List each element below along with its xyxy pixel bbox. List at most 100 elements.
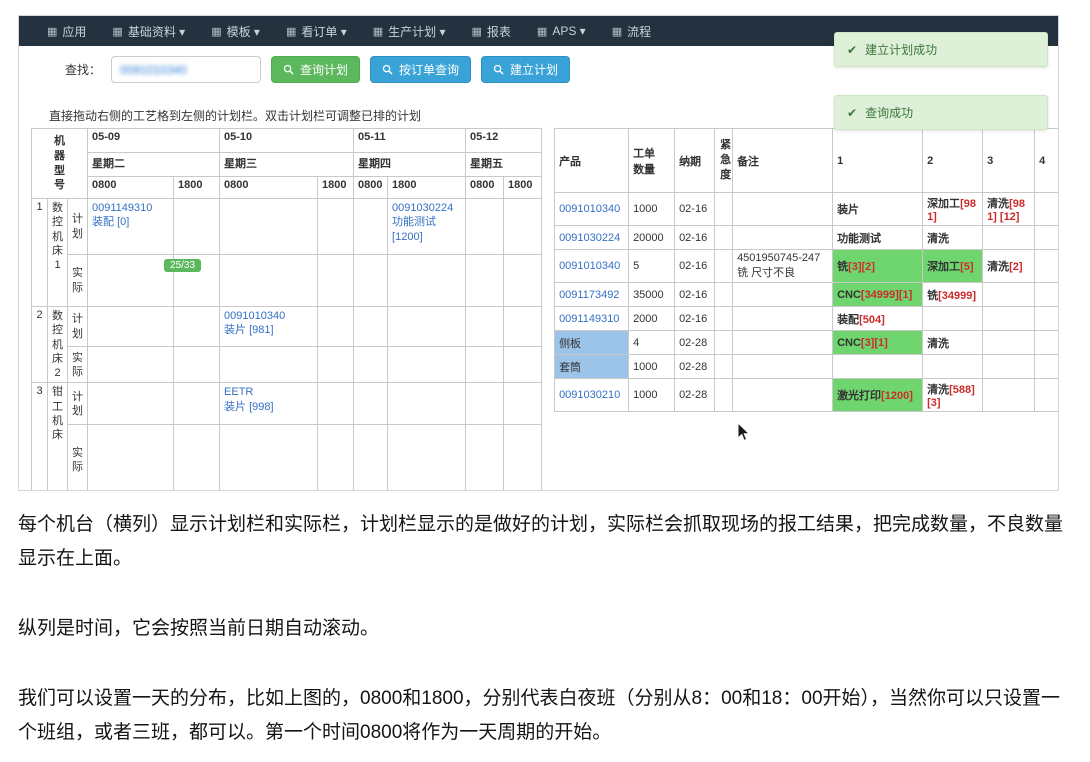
machine-name: 数控机床1 [48,199,68,307]
order-product-link[interactable]: 侧板 [559,338,581,350]
plan-slot[interactable] [88,307,174,347]
process-cell-3[interactable]: 清洗[2] [983,250,1035,283]
find-label: 查找： [65,61,101,78]
nav-item[interactable]: ▦ APS ▾ [537,24,586,38]
step-3-header: 3 [983,129,1035,193]
plan-slot[interactable] [174,307,220,347]
plan-slot[interactable] [174,199,220,255]
plan-slot[interactable] [504,307,542,347]
order-qty: 4 [629,331,675,355]
plan-slot[interactable] [318,383,354,425]
process-cell-1[interactable] [833,355,923,379]
plan-card-process: 装配 [0] [92,215,169,229]
nav-item[interactable]: ▦ 看订单 ▾ [286,23,347,40]
process-cell-4[interactable] [1035,226,1058,250]
plan-slot[interactable] [354,307,388,347]
process-cell-2[interactable]: 清洗 [923,331,983,355]
process-cell-2[interactable]: 清洗 [923,226,983,250]
plan-card[interactable]: 0091149310 装配 [0] [92,201,169,230]
plan-slot[interactable] [504,199,542,255]
plan-slot[interactable] [174,383,220,425]
order-product-cell[interactable]: 0091173492 [555,283,629,307]
process-cell-1[interactable]: 铣[3][2] [833,250,923,283]
process-cell-3[interactable] [983,307,1035,331]
process-cell-1[interactable]: 激光打印[1200] [833,379,923,412]
nav-item[interactable]: ▦ 生产计划 ▾ [373,23,446,40]
plan-slot[interactable] [354,383,388,425]
process-cell-1[interactable]: 功能测试 [833,226,923,250]
machine-1-plan-row: 1 数控机床1 计划 0091149310 装配 [0] [32,199,542,255]
order-product-link[interactable]: 0091010340 [559,260,620,272]
search-input[interactable]: 0091010340 [111,56,261,83]
plan-slot[interactable] [388,383,466,425]
order-product-cell[interactable]: 0091030224 [555,226,629,250]
plan-slot[interactable]: EETR 装片 [998] [220,383,318,425]
order-product-link[interactable]: 0091030224 [559,232,620,244]
process-cell-4[interactable] [1035,193,1058,226]
order-row: 0091030210 1000 02-28 激光打印[1200] 清洗[588]… [555,379,1058,412]
query-plan-button[interactable]: 查询计划 [271,56,360,83]
order-product-cell[interactable]: 侧板 [555,331,629,355]
process-cell-1[interactable]: 装片 [833,193,923,226]
order-product-link[interactable]: 0091173492 [559,289,619,301]
process-cell-3[interactable] [983,331,1035,355]
process-cell-1[interactable]: CNC[34999][1] [833,283,923,307]
process-cell-4[interactable] [1035,331,1058,355]
plan-slot[interactable] [504,383,542,425]
plan-slot[interactable] [318,307,354,347]
process-cell-4[interactable] [1035,355,1058,379]
plan-slot[interactable] [354,199,388,255]
order-product-link[interactable]: 套筒 [559,362,581,374]
plan-slot[interactable] [466,199,504,255]
search-icon [283,64,294,75]
order-urgency [715,331,733,355]
plan-slot[interactable] [466,307,504,347]
plan-slot[interactable] [318,199,354,255]
plan-slot[interactable] [88,383,174,425]
plan-slot[interactable] [466,383,504,425]
order-product-link[interactable]: 0091030210 [559,389,620,401]
plan-slot[interactable]: 0091030224 功能测试 [1200] [388,199,466,255]
process-cell-3[interactable] [983,379,1035,412]
query-by-order-button[interactable]: 按订单查询 [370,56,471,83]
process-cell-2[interactable] [923,307,983,331]
process-cell-4[interactable] [1035,379,1058,412]
process-cell-2[interactable] [923,355,983,379]
shift-header: 0800 [220,177,318,199]
plan-slot[interactable] [388,307,466,347]
plan-card[interactable]: EETR 装片 [998] [224,385,313,414]
nav-item[interactable]: ▦ 报表 [471,23,510,40]
nav-item-label: 模板 ▾ [227,23,260,40]
process-cell-1[interactable]: 装配[504] [833,307,923,331]
order-product-cell[interactable]: 套筒 [555,355,629,379]
nav-item[interactable]: ▦ 基础资料 ▾ [112,23,185,40]
process-cell-4[interactable] [1035,283,1058,307]
process-cell-3[interactable] [983,283,1035,307]
process-cell-4[interactable] [1035,307,1058,331]
nav-item[interactable]: ▦ 流程 [612,23,651,40]
order-product-cell[interactable]: 0091010340 [555,193,629,226]
process-cell-2[interactable]: 清洗[588] [3] [923,379,983,412]
order-product-cell[interactable]: 0091010340 [555,250,629,283]
plan-slot[interactable]: 0091010340 装片 [981] [220,307,318,347]
actual-slot [504,425,542,491]
process-cell-3[interactable] [983,226,1035,250]
nav-item[interactable]: ▦ 模板 ▾ [211,23,260,40]
process-cell-3[interactable]: 清洗[981] [12] [983,193,1035,226]
order-product-cell[interactable]: 0091030210 [555,379,629,412]
order-product-cell[interactable]: 0091149310 [555,307,629,331]
process-cell-2[interactable]: 深加工[5] [923,250,983,283]
plan-slot[interactable] [220,199,318,255]
process-cell-2[interactable]: 铣[34999] [923,283,983,307]
process-cell-1[interactable]: CNC[3][1] [833,331,923,355]
process-cell-3[interactable] [983,355,1035,379]
process-cell-2[interactable]: 深加工[981] [923,193,983,226]
create-plan-button[interactable]: 建立计划 [481,56,570,83]
process-cell-4[interactable] [1035,250,1058,283]
nav-item[interactable]: ▦ 应用 [47,23,86,40]
plan-slot[interactable]: 0091149310 装配 [0] [88,199,174,255]
plan-card[interactable]: 0091010340 装片 [981] [224,309,313,338]
plan-card[interactable]: 0091030224 功能测试 [1200] [392,201,461,244]
order-product-link[interactable]: 0091010340 [559,203,620,215]
order-product-link[interactable]: 0091149310 [559,313,619,325]
